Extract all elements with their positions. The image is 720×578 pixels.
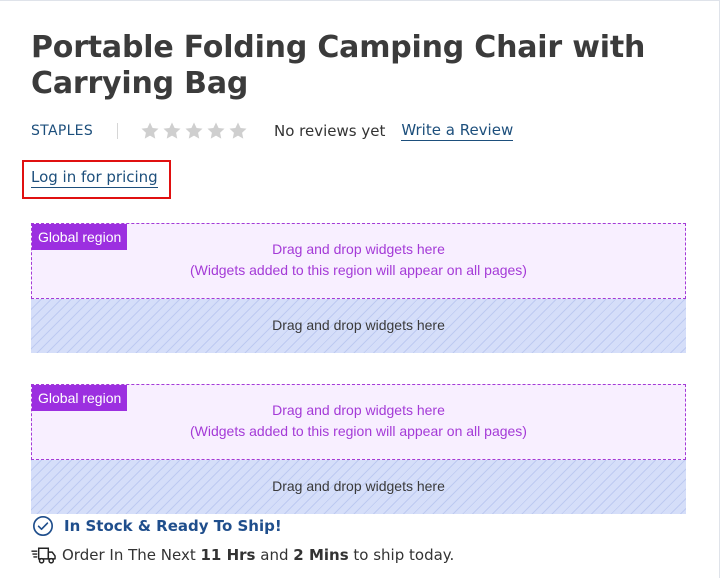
stock-status: In Stock & Ready To Ship! — [32, 515, 282, 537]
reviews-count-text: No reviews yet — [274, 122, 386, 140]
shipping-suffix: to ship today. — [353, 546, 455, 564]
local-region-drop-text: Drag and drop widgets here — [272, 478, 445, 494]
check-circle-icon — [32, 515, 54, 537]
shipping-cutoff: Order In The Next 11 Hrs and 2 Mins to s… — [31, 545, 454, 565]
local-region-drop-text: Drag and drop widgets here — [272, 317, 445, 333]
stock-text: In Stock & Ready To Ship! — [64, 517, 282, 535]
product-title: Portable Folding Camping Chair with Carr… — [31, 30, 646, 101]
product-meta-row: STAPLES No reviews yet Write a Review — [31, 118, 691, 144]
rating-stars — [140, 121, 248, 141]
shipping-prefix: Order In The Next — [62, 546, 196, 564]
brand-link[interactable]: STAPLES — [31, 123, 93, 139]
global-region-drop-text: Drag and drop widgets here — [272, 241, 445, 257]
global-region[interactable]: Global region Drag and drop widgets here… — [31, 384, 686, 460]
star-icon — [184, 121, 204, 141]
shipping-hours: 11 Hrs — [200, 546, 256, 564]
local-widget-region[interactable]: Drag and drop widgets here — [31, 460, 686, 514]
meta-divider — [117, 123, 119, 139]
star-icon — [228, 121, 248, 141]
global-region-drop-text: Drag and drop widgets here — [272, 402, 445, 418]
global-region[interactable]: Global region Drag and drop widgets here… — [31, 223, 686, 299]
shipping-mins: 2 Mins — [293, 546, 349, 564]
global-region-note: (Widgets added to this region will appea… — [190, 423, 527, 439]
star-icon — [206, 121, 226, 141]
shipping-and: and — [260, 546, 289, 564]
global-region-note: (Widgets added to this region will appea… — [190, 262, 527, 278]
star-icon — [162, 121, 182, 141]
login-for-pricing-link[interactable]: Log in for pricing — [31, 168, 158, 188]
fast-truck-icon — [31, 545, 56, 565]
local-widget-region[interactable]: Drag and drop widgets here — [31, 299, 686, 353]
write-review-link[interactable]: Write a Review — [401, 121, 514, 141]
star-icon — [140, 121, 160, 141]
